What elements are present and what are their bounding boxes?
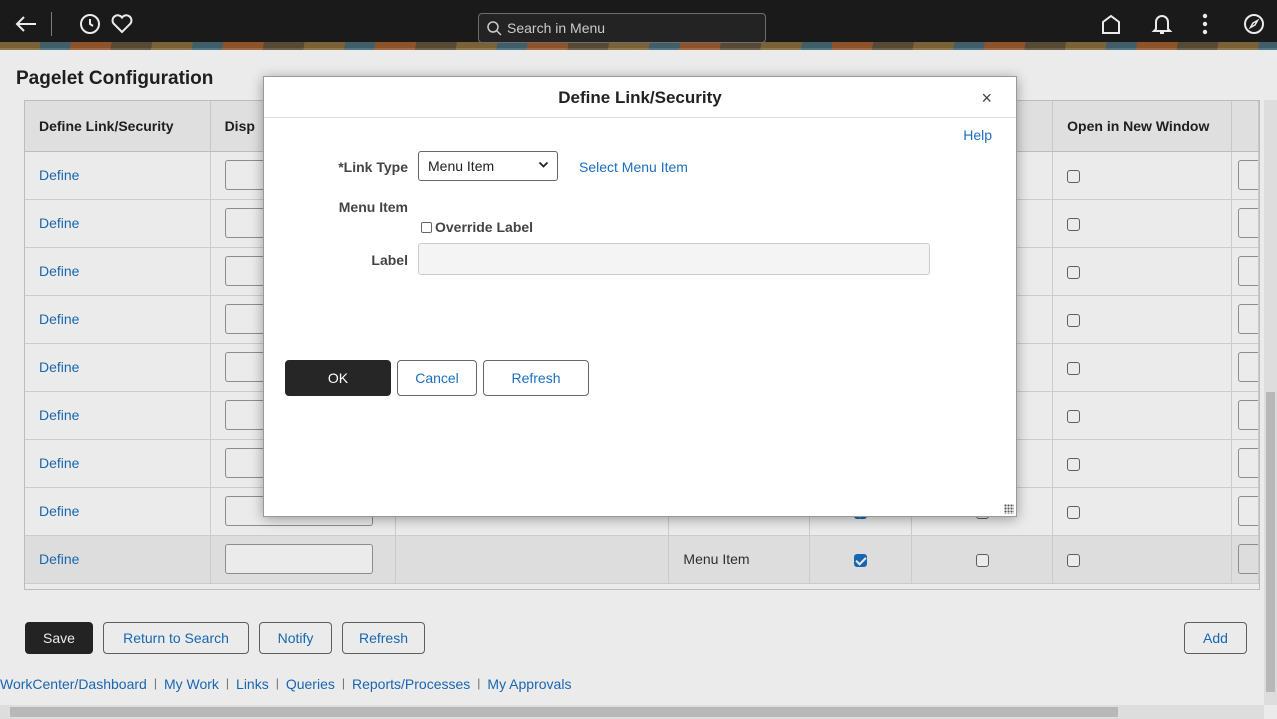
link-type-label: *Link Type <box>338 159 408 175</box>
override-label-option: Override Label <box>421 219 533 235</box>
ok-button[interactable]: OK <box>285 360 391 396</box>
cancel-button[interactable]: Cancel <box>397 360 477 396</box>
link-type-select[interactable]: Menu Item <box>418 151 558 181</box>
help-link[interactable]: Help <box>963 127 992 143</box>
refresh-button[interactable]: Refresh <box>483 360 589 396</box>
override-label-checkbox[interactable] <box>421 221 432 233</box>
define-link-security-dialog: Define Link/Security × Help *Link Type M… <box>263 76 1017 517</box>
label-field-label: Label <box>371 252 408 268</box>
resize-grip-icon[interactable] <box>1004 504 1014 514</box>
menu-item-label: Menu Item <box>338 199 408 215</box>
link-type-value: Menu Item <box>428 158 495 174</box>
dialog-header: Define Link/Security × <box>264 77 1016 118</box>
dialog-title: Define Link/Security <box>558 88 722 107</box>
override-label-text: Override Label <box>435 219 534 235</box>
select-menu-item-link[interactable]: Select Menu Item <box>579 159 688 175</box>
label-field[interactable] <box>418 243 930 275</box>
chevron-down-icon <box>538 159 549 173</box>
close-icon[interactable]: × <box>981 88 992 109</box>
